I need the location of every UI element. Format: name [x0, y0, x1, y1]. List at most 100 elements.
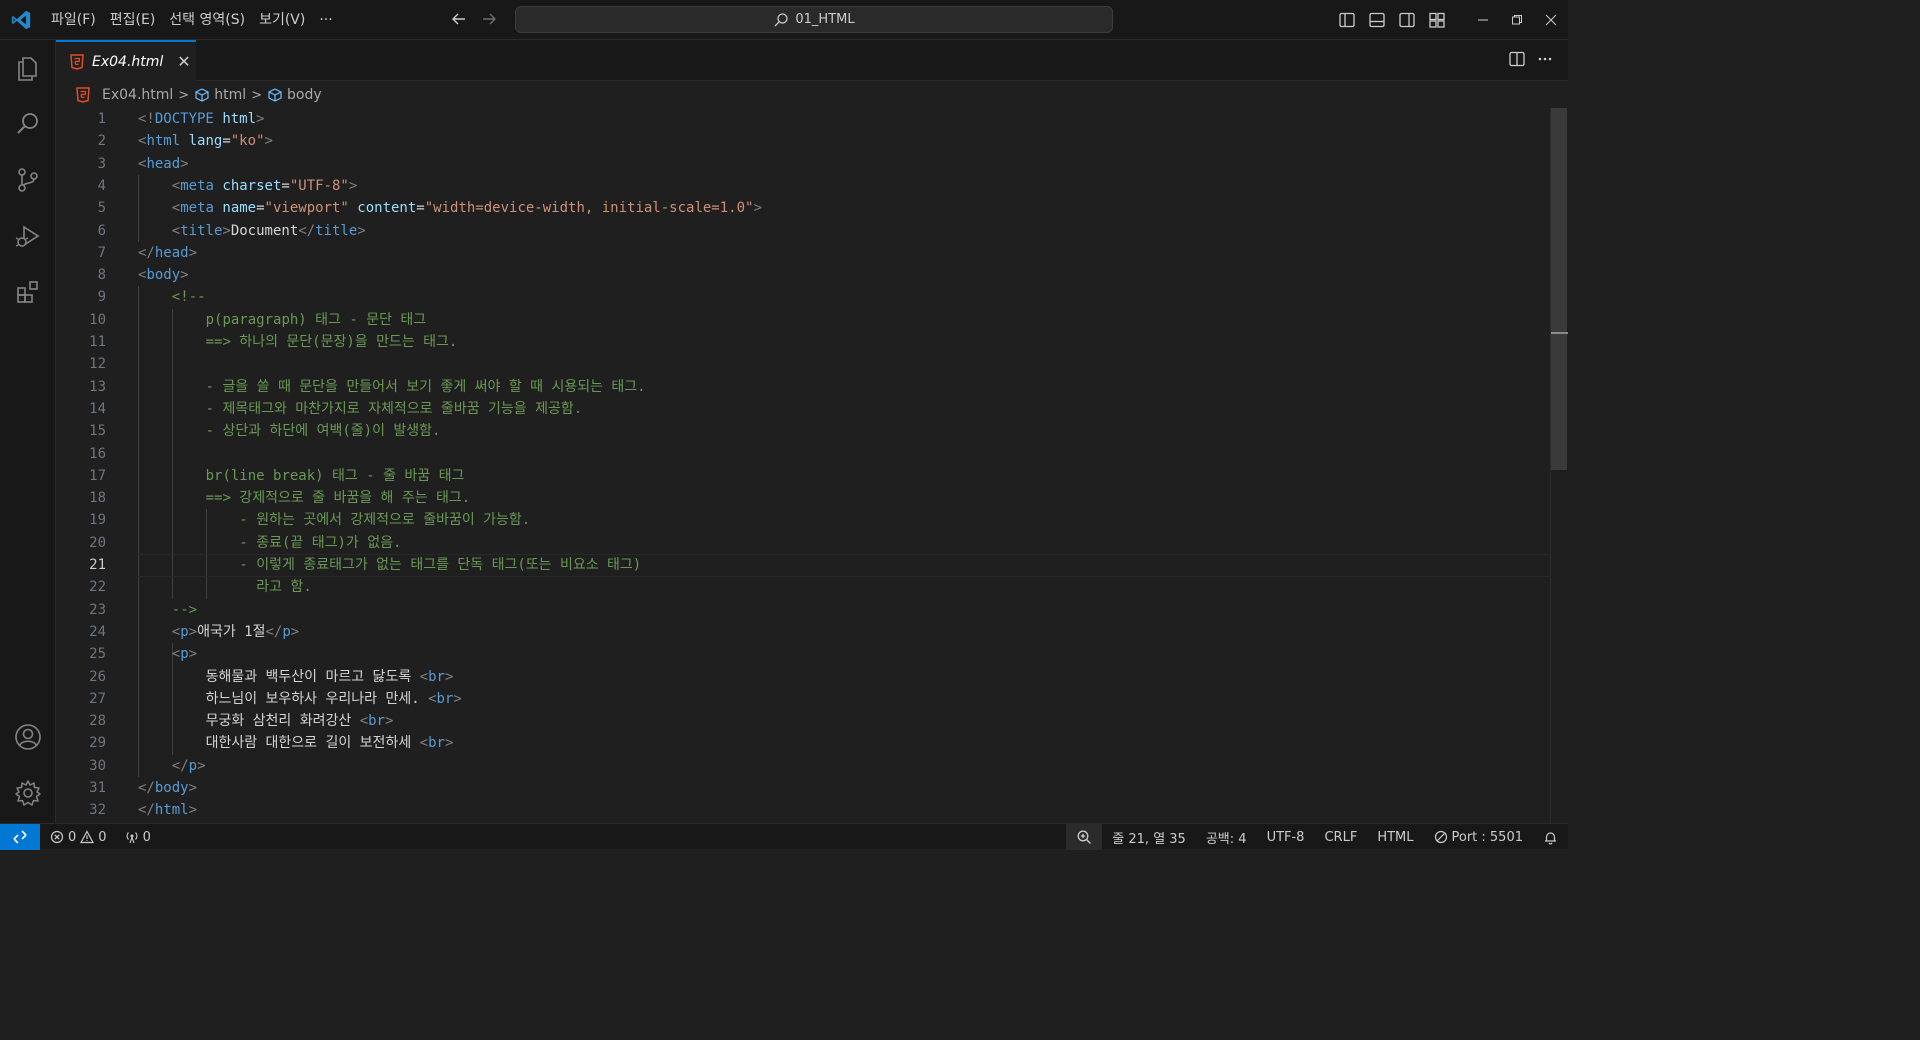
- code-line[interactable]: 10 p(paragraph) 태그 - 문단 태그: [56, 309, 1550, 331]
- code-line[interactable]: 28 무궁화 삼천리 화려강산 <br>: [56, 710, 1550, 732]
- close-tab-icon[interactable]: ✕: [177, 52, 190, 71]
- remote-indicator-button[interactable]: [0, 824, 40, 850]
- code-line[interactable]: 2 <html lang="ko">: [56, 130, 1550, 152]
- code-line[interactable]: 23 -->: [56, 599, 1550, 621]
- code-token: 대한사람 대한으로 길이 보전하세: [205, 735, 420, 752]
- restore-button[interactable]: [1500, 0, 1534, 40]
- code-line[interactable]: 5 <meta name="viewport" content="width=de…: [56, 197, 1550, 219]
- search-icon: [774, 12, 789, 26]
- code-line[interactable]: 31 </body>: [56, 777, 1550, 799]
- menu-more[interactable]: ···: [312, 0, 339, 40]
- breadcrumb-body[interactable]: body: [267, 87, 322, 103]
- indentation[interactable]: 공백: 4: [1196, 824, 1257, 850]
- more-actions-icon[interactable]: [1536, 50, 1554, 72]
- code-line[interactable]: 11 ==> 하나의 문단(문장)을 만드는 태그.: [56, 331, 1550, 353]
- forward-arrow-icon[interactable]: [478, 8, 500, 30]
- explorer-icon[interactable]: [0, 44, 56, 92]
- code-line[interactable]: 25 <p>: [56, 643, 1550, 665]
- line-number: 19: [89, 512, 106, 529]
- zoom-button[interactable]: [1066, 824, 1103, 850]
- code-line[interactable]: 21 - 이렇게 종료태그가 없는 태그를 단독 태그(또는 비요소 태그): [56, 554, 1550, 577]
- code-line[interactable]: 19 - 원하는 곳에서 강제적으로 줄바꿈이 가능함.: [56, 509, 1550, 531]
- line-number: 16: [89, 445, 106, 462]
- code-token: -->: [171, 601, 198, 618]
- code-line[interactable]: 26 동해물과 백두산이 마르고 닳도록 <br>: [56, 666, 1550, 688]
- breadcrumb-html-label: html: [214, 87, 247, 103]
- problems-button[interactable]: 0 0: [50, 824, 111, 850]
- code-line[interactable]: 27 하느님이 보우하사 우리나라 만세. <br>: [56, 688, 1550, 710]
- code-editor[interactable]: 1 <!DOCTYPE html> 2 <html lang="ko"> 3 <head>…: [56, 108, 1550, 823]
- minimize-button[interactable]: [1466, 0, 1500, 40]
- toggle-secondary-sidebar-icon[interactable]: [1392, 5, 1422, 35]
- code-line[interactable]: 8 <body>: [56, 264, 1550, 286]
- end-of-line[interactable]: CRLF: [1314, 824, 1367, 850]
- line-number: 6: [97, 222, 106, 239]
- encoding[interactable]: UTF-8: [1257, 824, 1315, 850]
- toggle-panel-icon[interactable]: [1362, 5, 1392, 35]
- code-line[interactable]: 3 <head>: [56, 153, 1550, 175]
- run-debug-icon[interactable]: [0, 212, 56, 260]
- scrollbar-cursor-marker: [1551, 332, 1568, 334]
- code-line[interactable]: 20 - 종료(끝 태그)가 없음.: [56, 532, 1550, 554]
- ports-button[interactable]: 0: [115, 824, 161, 850]
- html5-icon: [76, 87, 90, 103]
- cursor-position[interactable]: 줄 21, 열 35: [1102, 824, 1196, 850]
- language-mode[interactable]: HTML: [1367, 824, 1423, 850]
- live-server-port[interactable]: Port : 5501: [1424, 824, 1534, 850]
- code-line[interactable]: 9 <!--: [56, 286, 1550, 308]
- code-line[interactable]: 16: [56, 443, 1550, 465]
- code-line[interactable]: 7 </head>: [56, 242, 1550, 264]
- code-token: "ko": [230, 133, 265, 150]
- code-token: "width=device-width, initial-scale=1.0": [424, 200, 754, 217]
- menu-view[interactable]: 보기(V): [252, 0, 312, 40]
- line-number: 10: [89, 311, 106, 328]
- tab-ex04-html[interactable]: Ex04.html ✕: [56, 40, 196, 81]
- editor-tabs: Ex04.html ✕: [56, 40, 1568, 81]
- error-icon: [50, 830, 64, 844]
- breadcrumb-file[interactable]: Ex04.html: [76, 87, 173, 103]
- code-line[interactable]: 15 - 상단과 하단에 여백(줄)이 발생함.: [56, 420, 1550, 442]
- code-line[interactable]: 13 - 글을 쓸 때 문단을 만들어서 보기 좋게 써야 할 때 시용되는 태그…: [56, 376, 1550, 398]
- code-line[interactable]: 22 라고 함.: [56, 576, 1550, 598]
- ports-count: 0: [142, 829, 151, 845]
- line-code: - 제목태그와 마찬가지로 자체적으로 줄바꿈 기능을 제공함.: [206, 398, 583, 420]
- notifications-button[interactable]: [1533, 824, 1568, 850]
- customize-layout-icon[interactable]: [1422, 5, 1452, 35]
- code-line[interactable]: 30 </p>: [56, 755, 1550, 777]
- source-control-icon[interactable]: [0, 156, 56, 204]
- code-line[interactable]: 6 <title>Document</title>: [56, 220, 1550, 242]
- code-token: </: [138, 780, 155, 796]
- code-line[interactable]: 4 <meta charset="UTF-8">: [56, 175, 1550, 197]
- code-token: head: [154, 244, 189, 261]
- command-center-search[interactable]: 01_HTML: [515, 6, 1113, 33]
- manage-gear-icon[interactable]: [0, 769, 56, 817]
- extensions-icon[interactable]: [0, 268, 56, 316]
- code-line[interactable]: 18 ==> 강제적으로 줄 바꿈을 해 주는 태그.: [56, 487, 1550, 509]
- line-number: 31: [89, 780, 106, 796]
- search-icon[interactable]: [0, 100, 56, 148]
- activity-bar: [0, 40, 56, 823]
- code-line[interactable]: 12: [56, 353, 1550, 375]
- toggle-primary-sidebar-icon[interactable]: [1332, 5, 1362, 35]
- nav-arrows: [448, 8, 500, 30]
- back-arrow-icon[interactable]: [448, 8, 470, 30]
- scrollbar-thumb[interactable]: [1551, 108, 1567, 470]
- menu-edit[interactable]: 편집(E): [103, 0, 163, 40]
- code-line[interactable]: 14 - 제목태그와 마찬가지로 자체적으로 줄바꿈 기능을 제공함.: [56, 398, 1550, 420]
- menu-selection[interactable]: 선택 영역(S): [162, 0, 252, 40]
- code-line[interactable]: 17 br(line break) 태그 - 줄 바꿈 태그: [56, 465, 1550, 487]
- accounts-icon[interactable]: [0, 713, 56, 761]
- prohibited-icon: [1434, 830, 1447, 844]
- line-code: ==> 강제적으로 줄 바꿈을 해 주는 태그.: [206, 487, 471, 509]
- menu-file[interactable]: 파일(F): [44, 0, 103, 40]
- code-line[interactable]: 24 <p>애국가 1절</p>: [56, 621, 1550, 643]
- close-window-button[interactable]: [1534, 0, 1568, 40]
- code-line[interactable]: 32 </html>: [56, 799, 1550, 821]
- split-editor-icon[interactable]: [1508, 50, 1526, 72]
- code-line[interactable]: 1 <!DOCTYPE html>: [56, 108, 1550, 130]
- breadcrumb-html[interactable]: html: [194, 87, 246, 103]
- code-line[interactable]: 29 대한사람 대한으로 길이 보전하세 <br>: [56, 732, 1550, 754]
- line-code: <p>애국가 1절</p>: [172, 621, 299, 643]
- menu-bar: 파일(F) 편집(E) 선택 영역(S) 보기(V) ···: [44, 0, 340, 40]
- code-token: br: [368, 713, 385, 730]
